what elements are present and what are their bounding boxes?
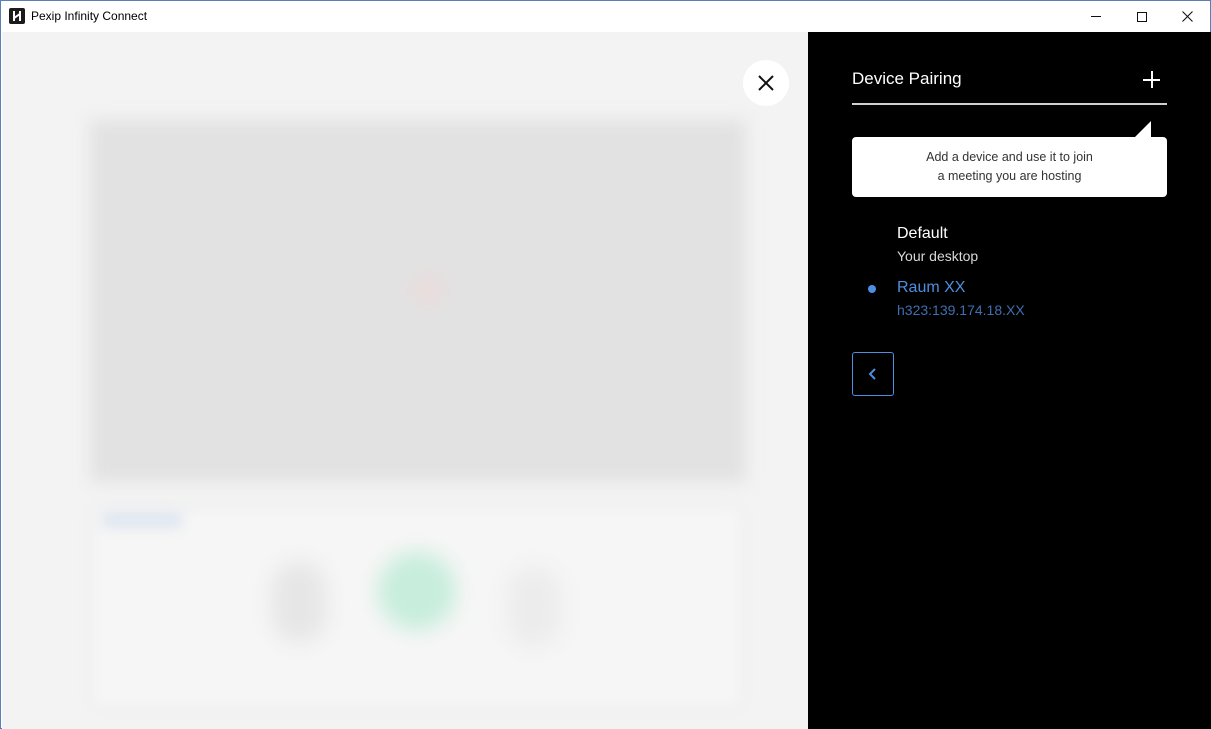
close-icon: [758, 75, 774, 91]
panel-title: Device Pairing: [852, 69, 962, 88]
device-detail: Your desktop: [897, 248, 979, 264]
blurred-video-preview: [90, 120, 746, 482]
chevron-left-icon: [868, 368, 876, 380]
minimize-button[interactable]: [1073, 1, 1119, 32]
maximize-icon: [1137, 11, 1147, 22]
minimize-icon: [1091, 16, 1101, 17]
blurred-control: [272, 562, 326, 642]
blurred-call-button: [378, 552, 456, 630]
device-pairing-panel: Device Pairing Add a device and use it t…: [808, 32, 1211, 729]
window-title: Pexip Infinity Connect: [31, 9, 148, 23]
tooltip-line: Add a device and use it to join: [926, 150, 1093, 164]
device-item-raum[interactable]: Raum XX h323:139.174.18.XX: [897, 279, 1025, 318]
blurred-label: [102, 512, 182, 528]
window-close-button[interactable]: [1164, 1, 1210, 32]
selected-indicator-icon: [868, 285, 876, 293]
pexip-logo-icon: [9, 8, 25, 24]
blurred-control: [507, 567, 561, 647]
blurred-background: [2, 32, 808, 729]
device-detail: h323:139.174.18.XX: [897, 302, 1025, 318]
add-device-button[interactable]: [1141, 69, 1163, 91]
divider: [852, 103, 1167, 105]
app-window: Pexip Infinity Connect Device Pairing Ad…: [0, 0, 1211, 729]
tooltip-line: a meeting you are hosting: [937, 169, 1082, 183]
title-bar: Pexip Infinity Connect: [1, 1, 1210, 32]
add-device-tooltip: Add a device and use it to join a meetin…: [852, 121, 1167, 197]
back-button[interactable]: [852, 352, 894, 396]
maximize-button[interactable]: [1119, 1, 1165, 32]
device-item-default[interactable]: Default Your desktop: [897, 225, 978, 264]
device-name: Raum XX: [897, 279, 966, 296]
close-panel-button[interactable]: [743, 60, 789, 106]
device-name: Default: [897, 225, 948, 242]
close-icon: [1181, 11, 1193, 22]
